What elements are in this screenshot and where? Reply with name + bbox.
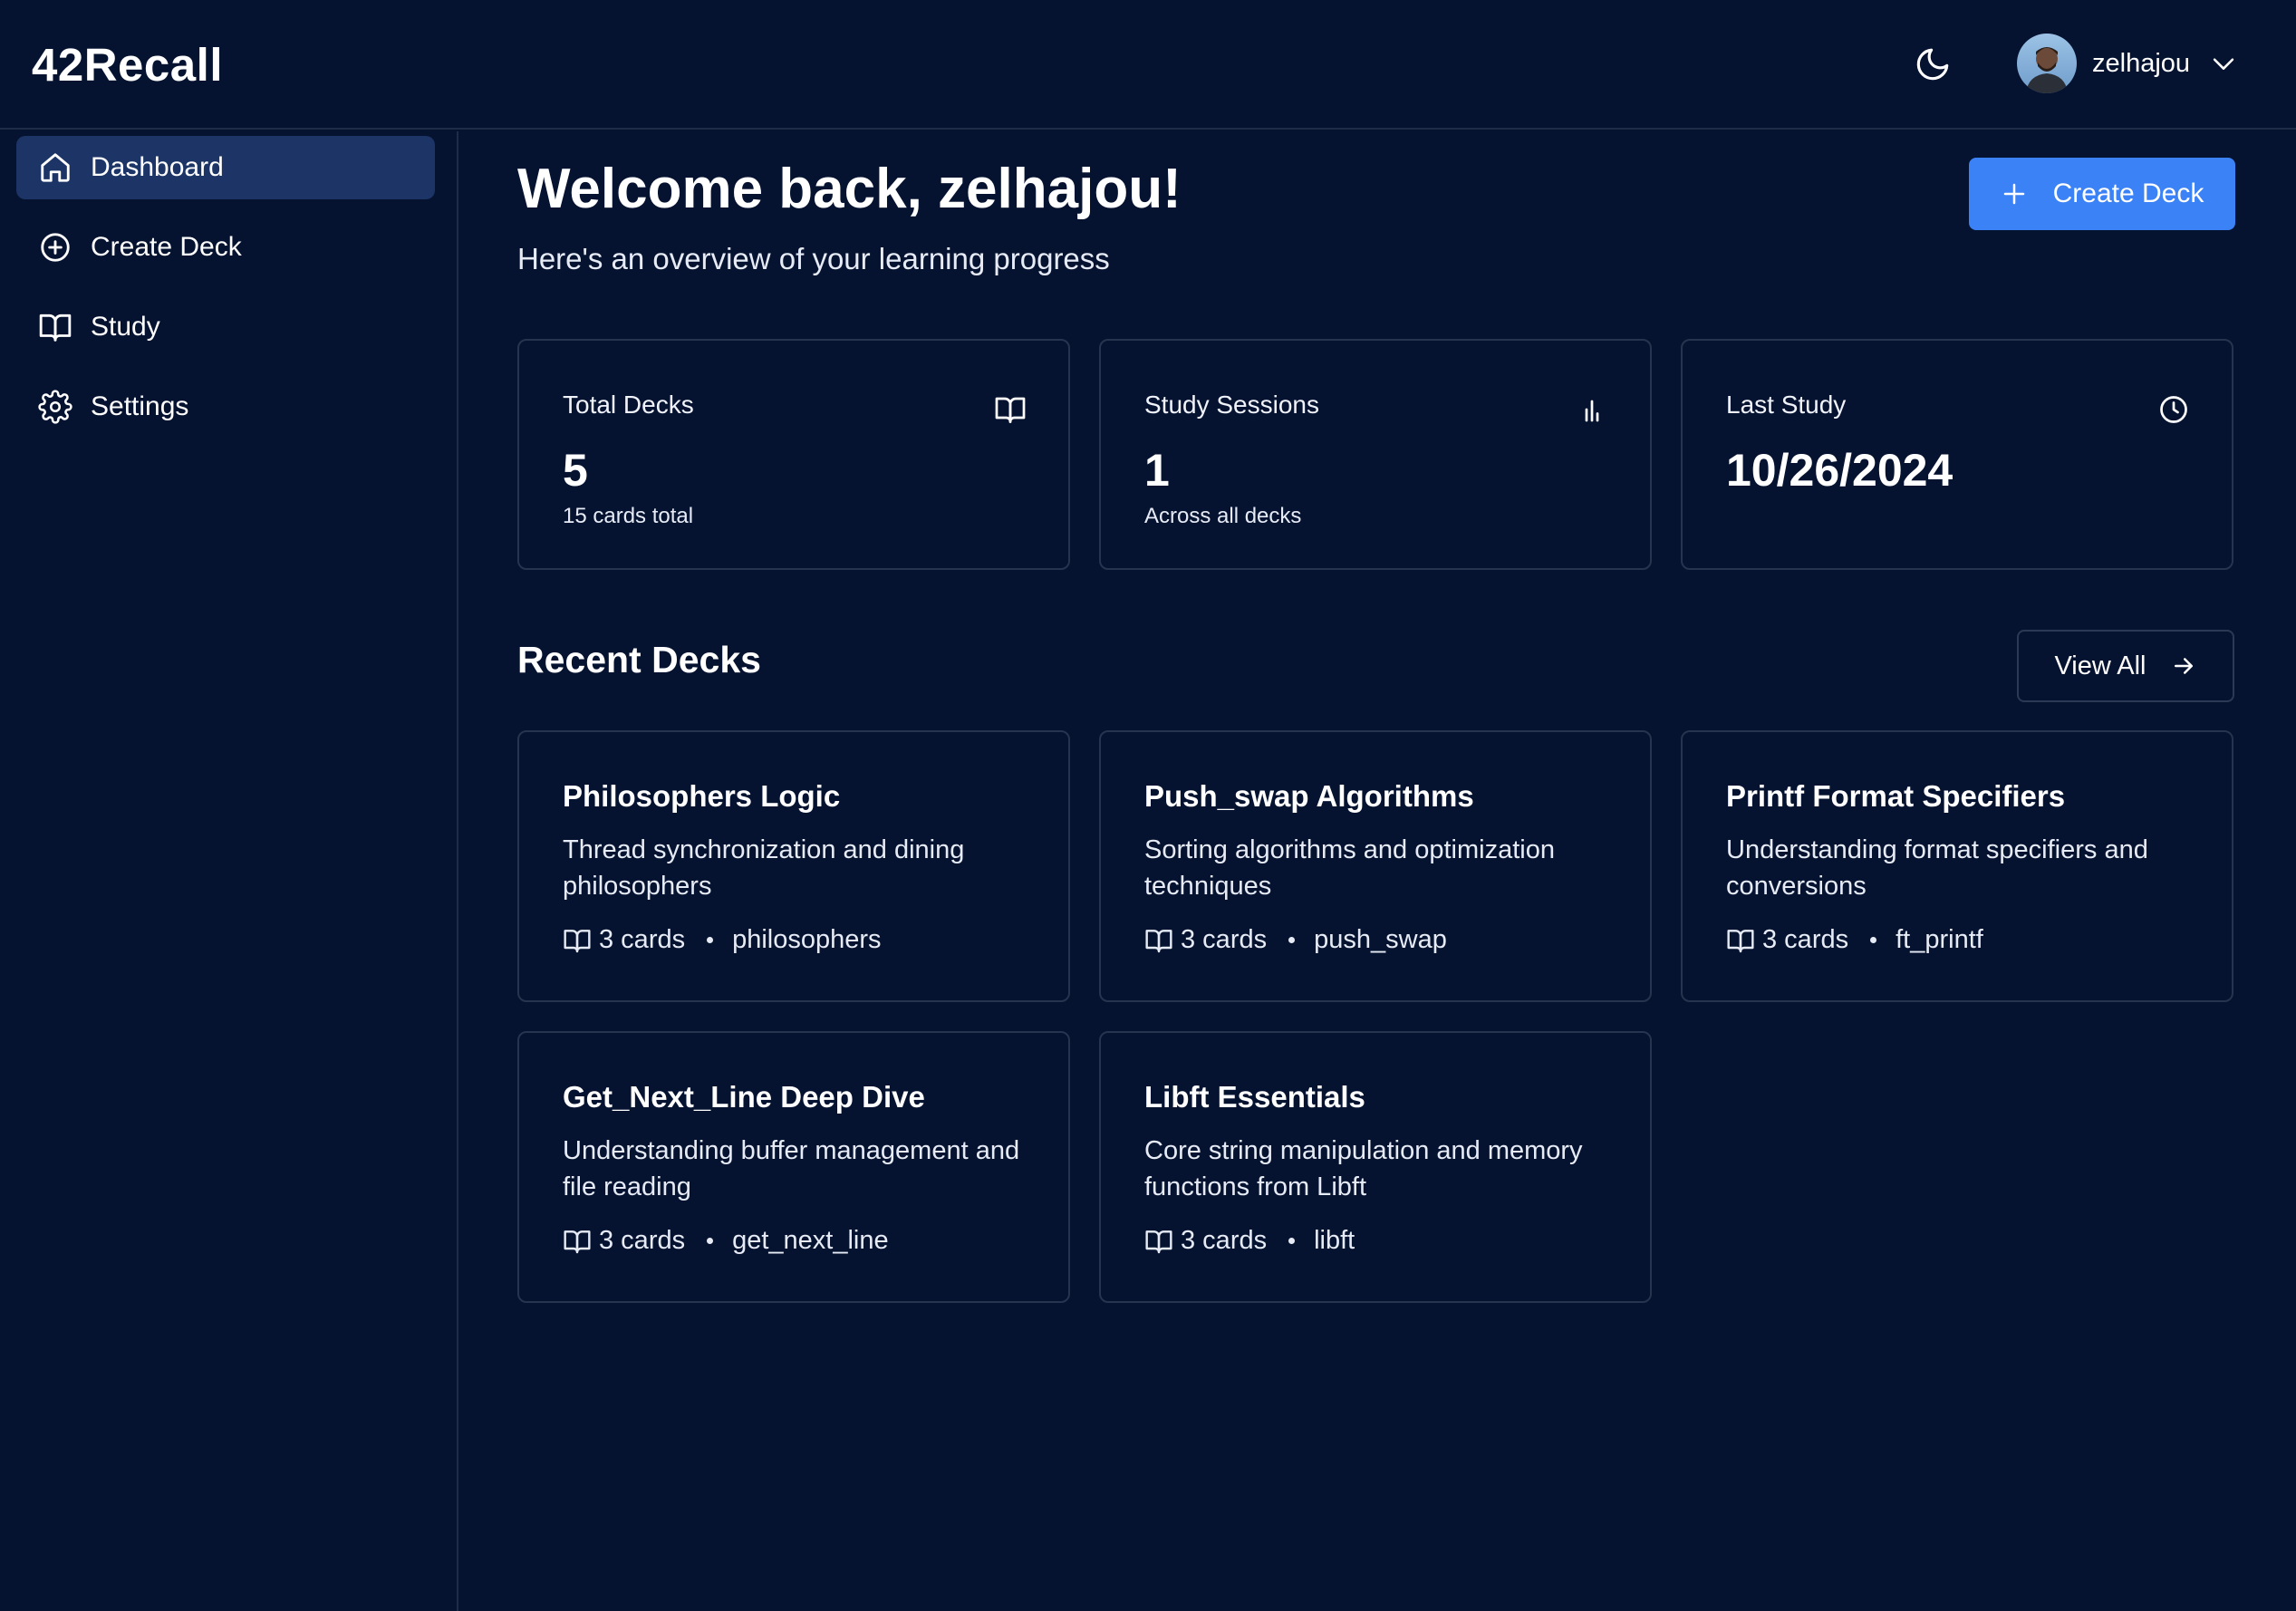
- sidebar-item-dashboard[interactable]: Dashboard: [16, 136, 435, 199]
- deck-card[interactable]: Libft Essentials Core string manipulatio…: [1099, 1031, 1652, 1303]
- deck-card-count: 3 cards: [599, 925, 686, 954]
- deck-card[interactable]: Philosophers Logic Thread synchronizatio…: [517, 730, 1070, 1002]
- main-content: Welcome back, zelhajou! Here's an overvi…: [460, 131, 2296, 1611]
- separator-dot: [707, 1238, 714, 1244]
- app-logo[interactable]: 42Recall: [32, 38, 223, 92]
- stat-subtext: 15 cards total: [563, 504, 694, 528]
- deck-description: Understanding format specifiers and conv…: [1726, 835, 2148, 901]
- stat-value: 10/26/2024: [1726, 445, 1954, 496]
- book-open-icon: [1727, 929, 1754, 952]
- deck-title: Push_swap Algorithms: [1144, 779, 1474, 813]
- stat-title: Study Sessions: [1144, 391, 1319, 419]
- separator-dot: [1288, 937, 1296, 943]
- user-menu[interactable]: zelhajou: [2017, 33, 2239, 94]
- view-all-button[interactable]: View All: [2017, 630, 2234, 702]
- deck-meta: 3 cards philosophers: [563, 925, 882, 955]
- sidebar-item-create-deck[interactable]: Create Deck: [16, 216, 435, 279]
- recent-decks-title: Recent Decks: [517, 639, 761, 680]
- deck-card-count: 3 cards: [599, 1226, 686, 1255]
- top-header: 42Recall zelhajou: [0, 0, 2296, 130]
- deck-description: Core string manipulation and memory func…: [1144, 1136, 1583, 1201]
- deck-card-count: 3 cards: [1181, 1226, 1268, 1255]
- deck-tag: get_next_line: [732, 1226, 889, 1255]
- chevron-down-icon[interactable]: [2208, 48, 2239, 79]
- plus-circle-icon: [41, 233, 70, 262]
- bar-chart-icon: [1585, 400, 1599, 422]
- stat-subtext: Across all decks: [1144, 504, 1302, 528]
- sidebar-item-label: Settings: [91, 391, 189, 421]
- deck-description: Thread synchronization and dining philos…: [563, 835, 965, 901]
- book-open-icon: [564, 929, 591, 952]
- deck-tag: philosophers: [732, 925, 882, 954]
- moon-icon[interactable]: [1914, 45, 1952, 83]
- page-subtitle: Here's an overview of your learning prog…: [517, 242, 1110, 275]
- deck-description: Understanding buffer management and file…: [563, 1136, 1020, 1201]
- deck-title: Philosophers Logic: [563, 779, 841, 813]
- create-deck-button[interactable]: Create Deck: [1969, 158, 2235, 230]
- sidebar-item-study[interactable]: Study: [16, 295, 435, 359]
- deck-description: Sorting algorithms and optimization tech…: [1144, 835, 1555, 901]
- deck-tag: push_swap: [1314, 925, 1447, 954]
- stat-title: Last Study: [1726, 391, 1847, 419]
- view-all-label: View All: [2054, 651, 2146, 680]
- home-icon: [41, 153, 70, 182]
- stat-card-study-sessions: Study Sessions 1 Across all decks: [1099, 339, 1652, 570]
- deck-title: Libft Essentials: [1144, 1080, 1365, 1114]
- deck-meta: 3 cards get_next_line: [563, 1226, 889, 1256]
- stat-card-total-decks: Total Decks 5 15 cards total: [517, 339, 1070, 570]
- deck-card-count: 3 cards: [1181, 925, 1268, 954]
- sidebar-item-label: Dashboard: [91, 152, 224, 182]
- stat-title: Total Decks: [563, 391, 694, 419]
- stat-card-last-study: Last Study 10/26/2024: [1681, 339, 2233, 570]
- plus-icon: [2003, 183, 2024, 205]
- deck-card[interactable]: Printf Format Specifiers Understanding f…: [1681, 730, 2233, 1002]
- deck-title: Printf Format Specifiers: [1726, 779, 2066, 813]
- deck-card-count: 3 cards: [1762, 925, 1849, 954]
- book-open-icon: [995, 397, 1026, 423]
- separator-dot: [1870, 937, 1877, 943]
- gear-icon: [38, 390, 72, 424]
- sidebar: Dashboard Create Deck Study Settings: [0, 131, 458, 1611]
- avatar: [2017, 34, 2077, 93]
- book-open-icon: [1145, 929, 1172, 952]
- sidebar-item-label: Create Deck: [91, 232, 242, 262]
- stat-value: 5: [563, 445, 588, 496]
- app-root: 42Recall zelhajou Dashboard Create Deck …: [0, 0, 2296, 1611]
- user-name: zelhajou: [2092, 48, 2191, 78]
- clock-icon: [2160, 396, 2187, 423]
- page-title: Welcome back, zelhajou!: [517, 158, 1182, 220]
- book-open-icon: [39, 314, 72, 342]
- sidebar-item-settings[interactable]: Settings: [16, 375, 435, 439]
- deck-card[interactable]: Push_swap Algorithms Sorting algorithms …: [1099, 730, 1652, 1002]
- deck-meta: 3 cards libft: [1144, 1226, 1355, 1256]
- deck-meta: 3 cards ft_printf: [1726, 925, 1983, 955]
- deck-tag: ft_printf: [1896, 925, 1983, 954]
- book-open-icon: [1145, 1230, 1172, 1253]
- book-open-icon: [564, 1230, 591, 1253]
- stat-value: 1: [1144, 445, 1170, 496]
- deck-tag: libft: [1314, 1226, 1355, 1255]
- deck-card[interactable]: Get_Next_Line Deep Dive Understanding bu…: [517, 1031, 1070, 1303]
- separator-dot: [707, 937, 714, 943]
- create-deck-label: Create Deck: [2052, 178, 2204, 208]
- arrow-right-icon: [2174, 658, 2193, 674]
- avatar-image: [2026, 47, 2068, 93]
- deck-title: Get_Next_Line Deep Dive: [563, 1080, 925, 1114]
- separator-dot: [1288, 1238, 1296, 1244]
- sidebar-item-label: Study: [91, 312, 160, 342]
- deck-meta: 3 cards push_swap: [1144, 925, 1447, 955]
